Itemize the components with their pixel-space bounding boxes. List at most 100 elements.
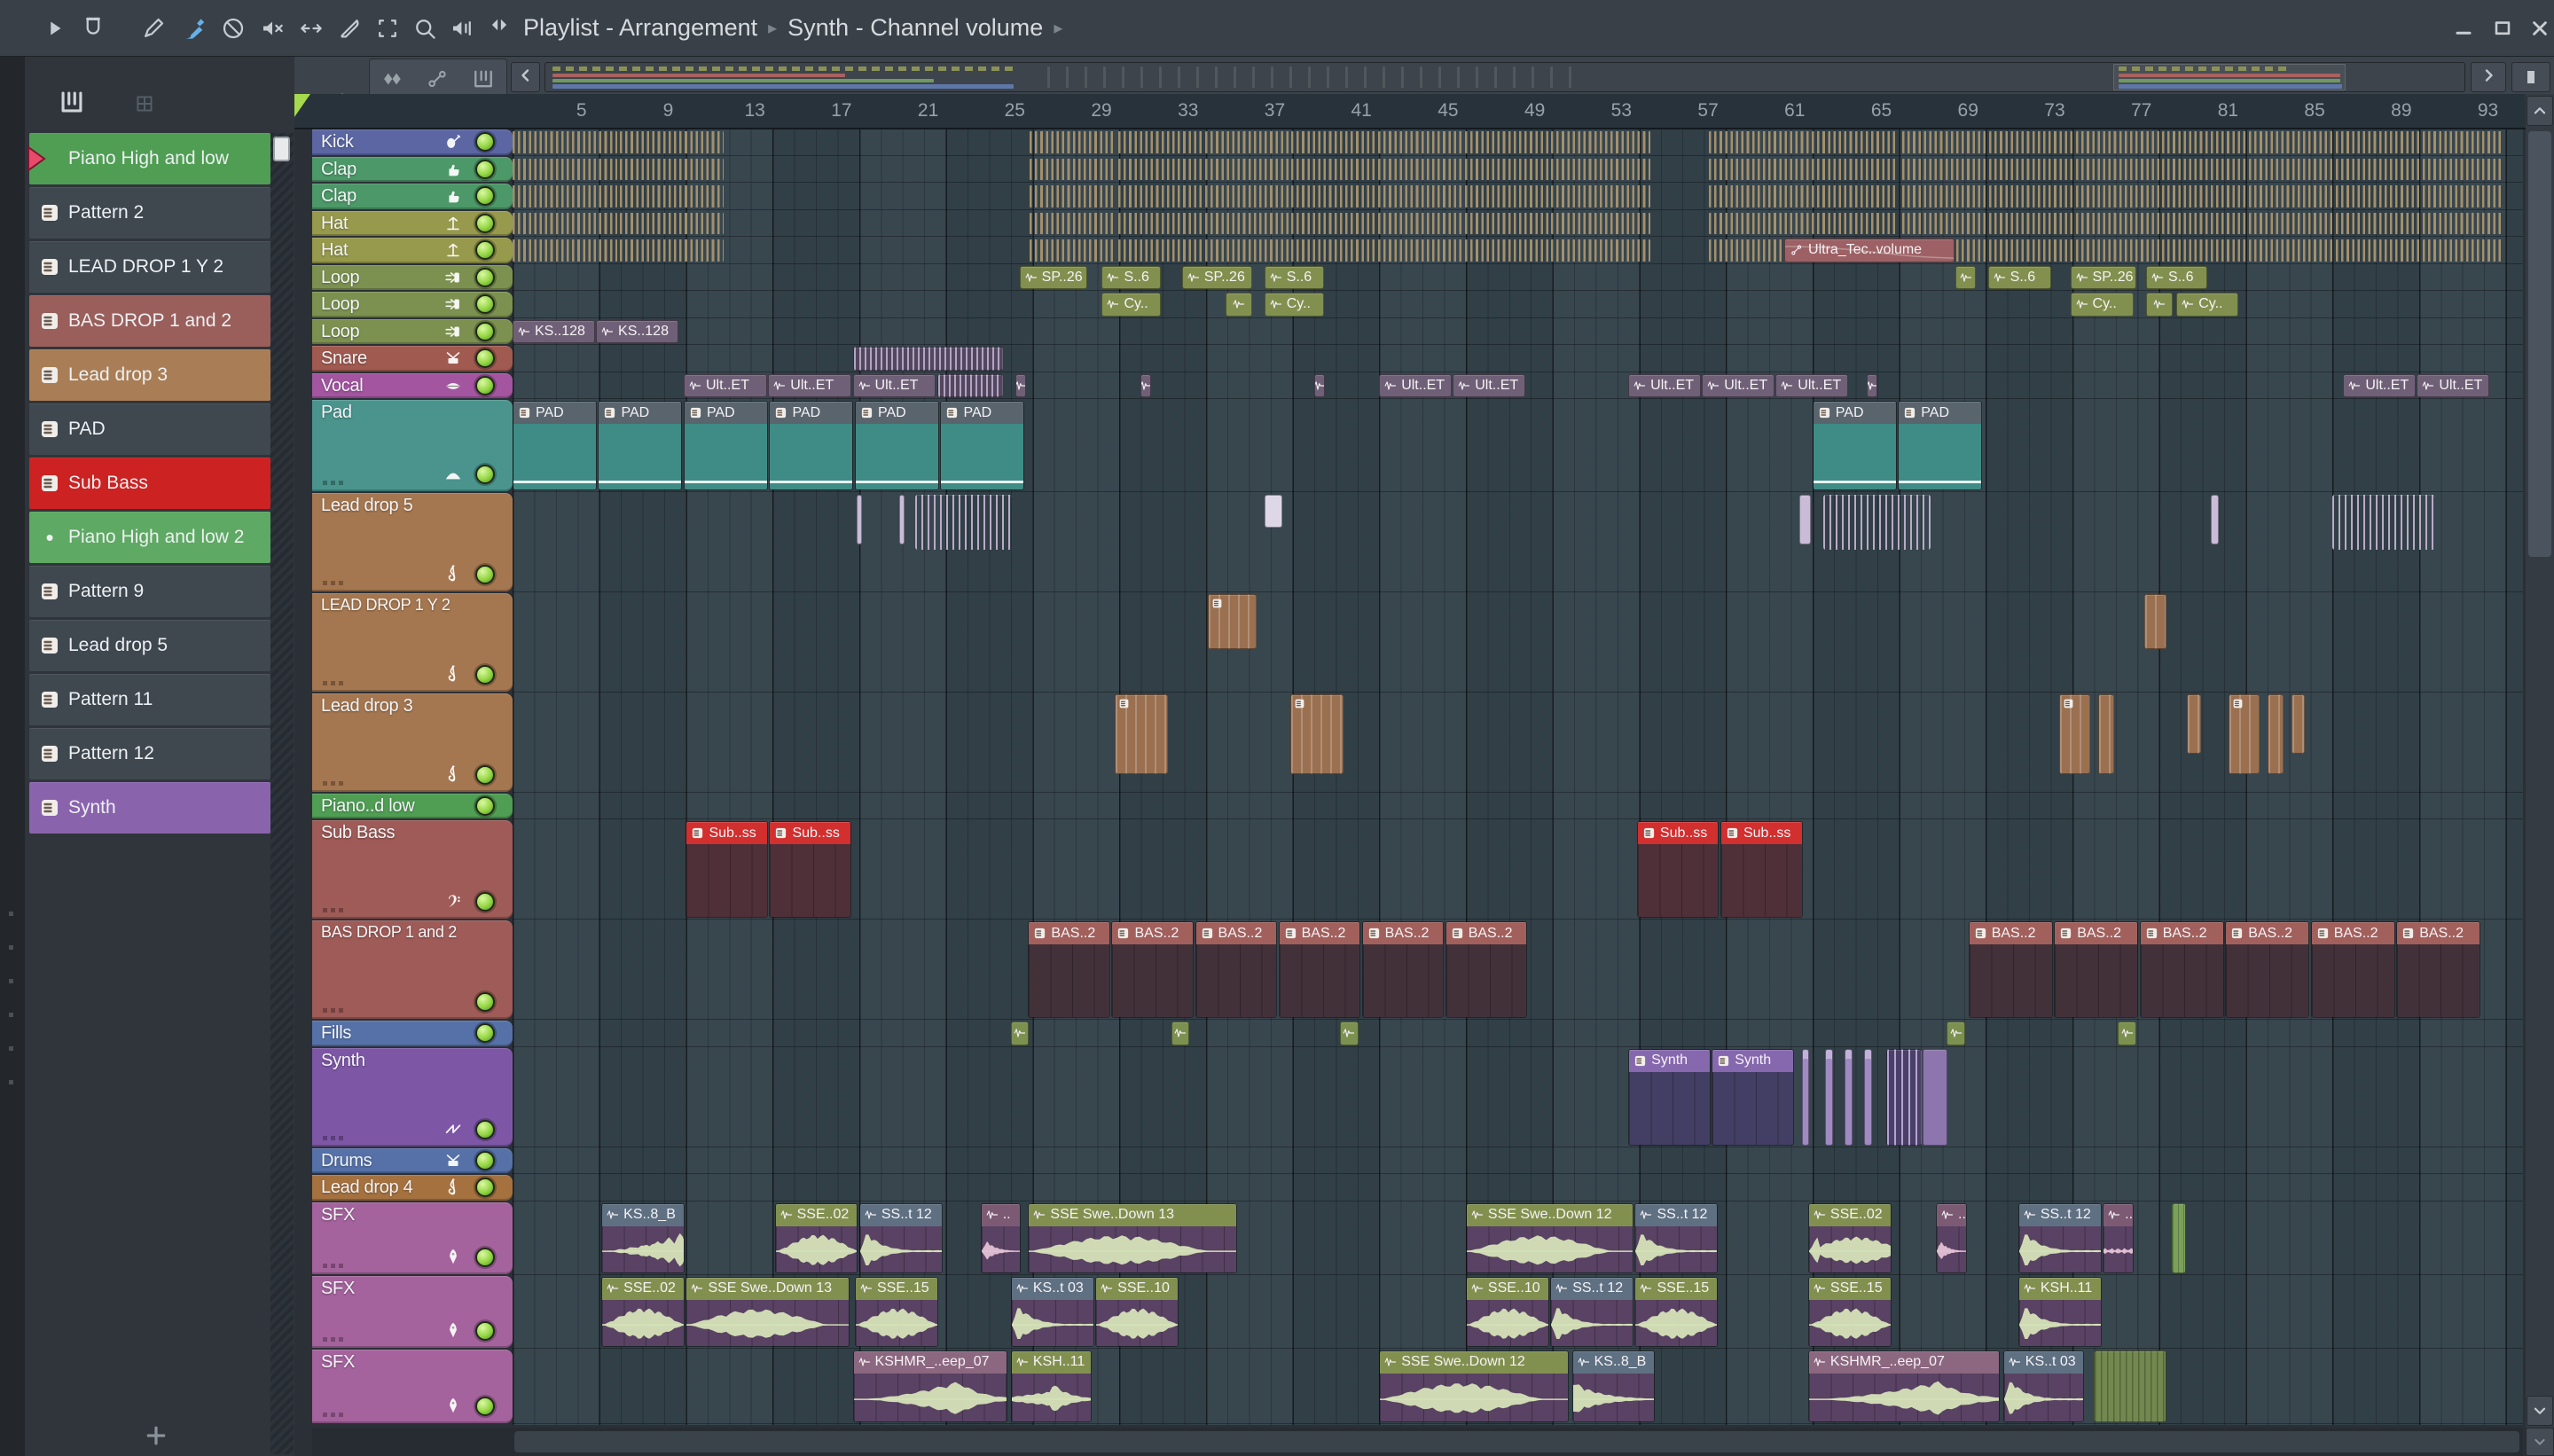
track-header-lead-drop-5-11[interactable]: Lead drop 5: [312, 492, 513, 591]
track-mute-led[interactable]: [475, 795, 495, 816]
clip-drum-fill[interactable]: [1464, 212, 1549, 234]
track-mute-led[interactable]: [475, 1396, 495, 1416]
clip-drum-fill[interactable]: [1551, 239, 1650, 262]
clip-ss-t-12[interactable]: SS..t 12: [1550, 1276, 1633, 1347]
track-header-loop-7[interactable]: Loop: [312, 318, 513, 344]
close-button[interactable]: [2526, 14, 2554, 43]
clip-drum-fill[interactable]: [1551, 185, 1650, 207]
picker-panel-icon[interactable]: [57, 87, 87, 117]
clip-drum-fill[interactable]: [1988, 158, 2074, 180]
clip-ult-et[interactable]: Ult..ET: [852, 373, 936, 397]
clip-drum-fill[interactable]: [2422, 131, 2502, 153]
track-header-pad-10[interactable]: Pad: [312, 400, 513, 491]
clip-s-6[interactable]: S..6: [1101, 265, 1162, 289]
add-pattern-button[interactable]: [138, 1421, 174, 1452]
clip-ksh-11[interactable]: KSH..11: [1010, 1350, 1093, 1422]
clip-pad[interactable]: PAD: [683, 401, 768, 490]
track-mute-led[interactable]: [475, 240, 495, 260]
clip-drum-fill[interactable]: [1029, 239, 1116, 262]
clip-synth-sliver[interactable]: [1801, 1048, 1809, 1146]
track-mute-led[interactable]: [475, 992, 495, 1012]
clip-drum-fill[interactable]: [619, 239, 725, 262]
clip-drum-fill[interactable]: [1291, 185, 1376, 207]
clip-bas-2[interactable]: BAS..2: [1361, 921, 1445, 1018]
clip-ks-t-03[interactable]: KS..t 03: [2002, 1350, 2085, 1422]
clip-drum-fill[interactable]: [2162, 131, 2247, 153]
clip-drum-fill[interactable]: [1902, 185, 1987, 207]
clip-drum-fill[interactable]: [1811, 158, 1896, 180]
clip-drum-fill[interactable]: [1204, 131, 1289, 153]
breadcrumb[interactable]: Playlist - Arrangement ▸ Synth - Channel…: [486, 12, 1062, 44]
scroll-down-button[interactable]: [2527, 1396, 2553, 1426]
clip-item[interactable]: [2146, 293, 2174, 317]
pattern-item-pattern-9[interactable]: Pattern 9: [29, 566, 270, 617]
track-mute-led[interactable]: [475, 375, 495, 395]
track-mute-led[interactable]: [475, 267, 495, 287]
clip-item[interactable]: [1866, 373, 1877, 397]
clip-drum-fill[interactable]: [1029, 158, 1116, 180]
clip-sp-26[interactable]: SP..26: [2070, 265, 2136, 289]
clip-drum-fill[interactable]: [2075, 185, 2160, 207]
clip-drum-fill[interactable]: [1117, 185, 1203, 207]
clip-item[interactable]: [1947, 1022, 1965, 1045]
clip-drum-fill[interactable]: [1902, 131, 1987, 153]
clip-sse-swe-down-13[interactable]: SSE Swe..Down 13: [1028, 1202, 1237, 1273]
clip-note-stripes[interactable]: [915, 494, 1012, 550]
toolbar-paint-icon[interactable]: [179, 13, 209, 43]
clip-drum-fill[interactable]: [2422, 239, 2502, 262]
track-header-bas-drop-1-and-2-16[interactable]: BAS DROP 1 and 2: [312, 920, 513, 1019]
clip-drum-fill[interactable]: [1988, 239, 2074, 262]
clip-note-sliver[interactable]: [857, 494, 863, 544]
clip-drum-fill[interactable]: [1377, 239, 1463, 262]
clip-ult-et[interactable]: Ult..ET: [1702, 373, 1774, 397]
clip-pad[interactable]: PAD: [940, 401, 1025, 490]
toolbar-play-icon[interactable]: [39, 13, 69, 43]
clip-item[interactable]: [1015, 373, 1026, 397]
clip-synth-sliver[interactable]: [1825, 1048, 1833, 1146]
pattern-item-synth[interactable]: Synth: [29, 782, 270, 834]
track-mute-led[interactable]: [475, 132, 495, 152]
clip-note-block[interactable]: [1264, 494, 1283, 528]
clip-drum-fill[interactable]: [1204, 185, 1289, 207]
track-header-sub-bass-15[interactable]: Sub Bass: [312, 820, 513, 919]
clip-bas-2[interactable]: BAS..2: [1111, 921, 1195, 1018]
clip-drum-fill[interactable]: [1988, 131, 2074, 153]
track-header-hat-3[interactable]: Hat: [312, 210, 513, 236]
toolbar-draw-icon[interactable]: [138, 13, 168, 43]
clip-drum-fill[interactable]: [1204, 239, 1289, 262]
clip-drum-fill[interactable]: [1988, 212, 2074, 234]
toolbar-slip-icon[interactable]: [218, 13, 248, 43]
vertical-scrollbar[interactable]: [2526, 94, 2554, 1428]
clip-drum-fill[interactable]: [513, 185, 618, 207]
clip-cy[interactable]: Cy..: [2176, 293, 2238, 317]
clip-drum-fill[interactable]: [1551, 212, 1650, 234]
audio-wave-icon[interactable]: [380, 67, 405, 91]
clip-drum-fill[interactable]: [1291, 212, 1376, 234]
clip-sp-26[interactable]: SP..26: [1181, 265, 1252, 289]
track-header-loop-5[interactable]: Loop: [312, 264, 513, 290]
clip-ks-8-b[interactable]: KS..8_B: [1571, 1350, 1656, 1422]
track-header-sfx-21[interactable]: SFX: [312, 1202, 513, 1274]
track-header-lead-drop-3-13[interactable]: Lead drop 3: [312, 693, 513, 792]
clip-lead-block[interactable]: [1115, 693, 1168, 774]
track-header-loop-6[interactable]: Loop: [312, 292, 513, 317]
clip-lead-block[interactable]: [2098, 693, 2115, 774]
clip-drum-fill[interactable]: [1464, 131, 1549, 153]
clip-item[interactable]: [1340, 1022, 1359, 1045]
clip-drum-fill[interactable]: [1988, 185, 2074, 207]
track-mute-led[interactable]: [475, 1320, 495, 1341]
clip-lead-block[interactable]: [1290, 693, 1344, 774]
clip-bas-2[interactable]: BAS..2: [1195, 921, 1278, 1018]
clip-note-sliver[interactable]: [2211, 494, 2219, 544]
clip-ksh-11[interactable]: KSH..11: [2017, 1276, 2102, 1347]
clip-drum-fill[interactable]: [1377, 185, 1463, 207]
track-mute-led[interactable]: [475, 159, 495, 179]
clip-s-6[interactable]: S..6: [1987, 265, 2052, 289]
track-header-clap-2[interactable]: Clap: [312, 184, 513, 209]
clip-sub-ss[interactable]: Sub..ss: [686, 821, 768, 918]
track-header-kick-0[interactable]: Kick: [312, 129, 513, 155]
track-header-hat-4[interactable]: Hat: [312, 238, 513, 263]
toolbar-slice-icon[interactable]: [335, 13, 365, 43]
clip-sub-ss[interactable]: Sub..ss: [1720, 821, 1803, 918]
clip-cy[interactable]: Cy..: [2070, 293, 2135, 317]
